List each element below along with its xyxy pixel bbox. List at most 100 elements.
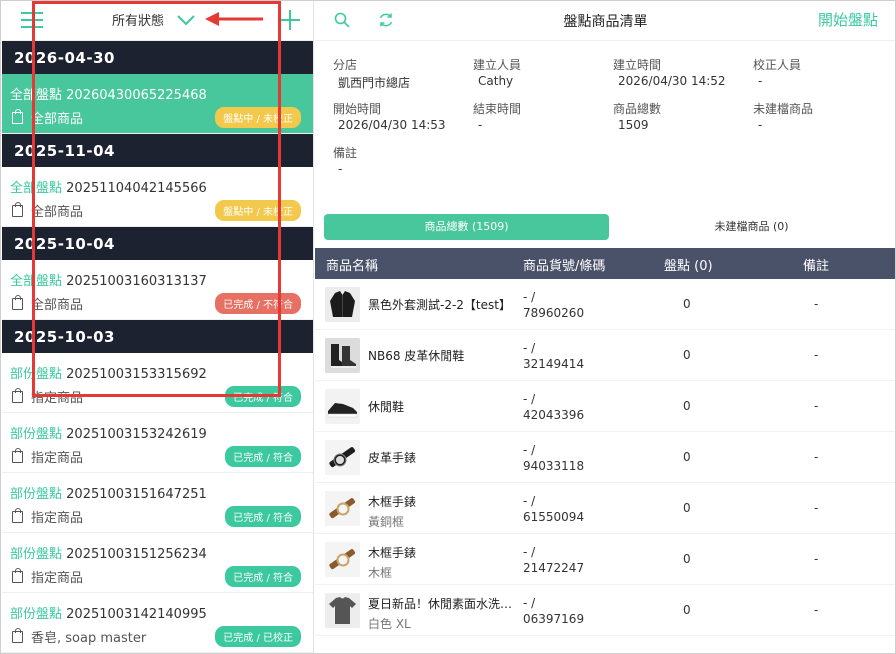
stocktake-scope-label: 香皂, soap master — [31, 631, 147, 646]
info-field-value: - — [478, 118, 483, 132]
product-note: - — [814, 501, 819, 515]
info-field: 未建檔商品 - — [753, 100, 893, 140]
shopping-bag-icon — [12, 108, 23, 124]
status-badge: 已完成 / 符合 — [225, 506, 301, 527]
shopping-bag-icon — [12, 201, 23, 217]
shopping-bag-icon — [12, 627, 23, 643]
stocktake-scope-label: 指定商品 — [31, 511, 84, 526]
table-row[interactable]: NB68 皮革休閒鞋 - / 32149414 0 - — [315, 330, 895, 381]
stocktake-list-item[interactable]: 部份盤點 20251003142140995 香皂, soap master 已完成… — [2, 593, 313, 653]
product-code: - / 21472247 — [523, 544, 584, 576]
stocktake-title: 部份盤點 20251003153315692 — [10, 363, 207, 382]
stocktake-list-item[interactable]: 全部盤點 20251104042145566 全部商品 盤點中 / 未校正 — [2, 167, 313, 227]
chevron-down-icon — [177, 14, 195, 25]
table-row[interactable]: 木框手錶 黃銅框 - / 61550094 0 - — [315, 483, 895, 534]
product-name: 黑色外套測試-2-2【test】 — [368, 298, 511, 312]
list-header: 所有狀態 — [2, 1, 313, 41]
info-field-value: 2026/04/30 14:53 — [338, 118, 446, 132]
product-note: - — [814, 399, 819, 413]
product-barcode: 42043396 — [523, 408, 585, 422]
info-field-value: - — [758, 74, 763, 88]
product-sku: - / — [523, 341, 536, 355]
table-row[interactable]: 木框手錶 木框 - / 21472247 0 - — [315, 534, 895, 585]
stocktake-type: 部份盤點 — [10, 367, 63, 382]
stocktake-id: 20251003142140995 — [66, 607, 207, 622]
product-tabs: 商品總數 (1509) 未建檔商品 (0) — [324, 214, 894, 240]
status-filter-dropdown[interactable]: 所有狀態 — [112, 10, 196, 29]
product-code: - / 94033118 — [523, 442, 584, 474]
col-product-name: 商品名稱 — [326, 259, 379, 274]
info-field: 結束時間 - — [473, 100, 613, 140]
stocktake-type: 全部盤點 — [10, 88, 63, 103]
stocktake-list-item[interactable]: 全部盤點 20260430065225468 全部商品 盤點中 / 未校正 — [2, 74, 313, 134]
stocktake-scope-label: 指定商品 — [31, 451, 84, 466]
product-code: - / 42043396 — [523, 391, 584, 423]
product-name: 夏日新品！休閒素面水洗T恤 — [368, 597, 518, 611]
table-row[interactable]: 休閒鞋 - / 42043396 0 - — [315, 381, 895, 432]
product-sku: - / — [523, 596, 536, 610]
stocktake-scope: 全部商品 — [12, 201, 83, 220]
product-thumbnail — [325, 491, 360, 526]
date-group-header: 2025-10-03 — [2, 320, 313, 353]
shopping-bag-icon — [12, 387, 23, 403]
start-stocktake-button[interactable]: 開始盤點 — [818, 9, 878, 30]
status-badge: 已完成 / 符合 — [225, 446, 301, 467]
product-sku: - / — [523, 545, 536, 559]
status-badge: 盤點中 / 未校正 — [215, 200, 301, 221]
stocktake-count: 0 — [683, 603, 691, 617]
table-row[interactable]: 夏日新品！休閒素面水洗T恤 白色 XL - / 06397169 0 - — [315, 585, 895, 636]
info-field-label: 建立人員 — [473, 58, 522, 72]
table-row[interactable]: 黑色外套測試-2-2【test】 - / 78960260 0 - — [315, 279, 895, 330]
stocktake-type: 部份盤點 — [10, 547, 63, 562]
product-note: - — [814, 450, 819, 464]
stocktake-list-item[interactable]: 部份盤點 20251003153242619 指定商品 已完成 / 符合 — [2, 413, 313, 473]
stocktake-id: 20251104042145566 — [66, 181, 207, 196]
stocktake-groups: 2026-04-30 全部盤點 20260430065225468 全部商品 盤點中 … — [2, 41, 313, 653]
info-field: 備註 - — [333, 144, 473, 184]
stocktake-list-item[interactable]: 全部盤點 20251003160313137 全部商品 已完成 / 不符合 — [2, 260, 313, 320]
product-sku: - / — [523, 494, 536, 508]
menu-icon[interactable] — [21, 12, 43, 30]
stocktake-scope-label: 全部商品 — [31, 205, 84, 220]
stocktake-count: 0 — [683, 450, 691, 464]
table-header: 商品名稱 商品貨號/條碼 盤點 (0) 備註 — [315, 248, 895, 279]
info-field: 建立時間 2026/04/30 14:52 — [613, 56, 753, 96]
info-field-value: Cathy — [478, 74, 514, 88]
product-name: 木框手錶 — [368, 495, 417, 509]
stocktake-count: 0 — [683, 348, 691, 362]
product-thumbnail — [325, 287, 360, 322]
tab-all-products[interactable]: 商品總數 (1509) — [324, 214, 609, 240]
product-name: 休閒鞋 — [368, 400, 405, 414]
stocktake-id: 20251003151256234 — [66, 547, 207, 562]
stocktake-scope: 全部商品 — [12, 294, 83, 313]
shopping-bag-icon — [12, 294, 23, 310]
product-sku: - / — [523, 392, 536, 406]
stocktake-id: 20260430065225468 — [66, 88, 207, 103]
product-variant: 木框 — [368, 566, 393, 580]
stocktake-list-item[interactable]: 部份盤點 20251003151256234 指定商品 已完成 / 符合 — [2, 533, 313, 593]
stocktake-info: 分店 凱西門市總店 建立人員 Cathy 建立時間 2026/04/30 14:52 校正人… — [333, 56, 893, 184]
shopping-bag-icon — [12, 567, 23, 583]
tab-unregistered-products[interactable]: 未建檔商品 (0) — [609, 214, 894, 240]
stocktake-count: 0 — [683, 399, 691, 413]
product-thumbnail — [325, 338, 360, 373]
product-note: - — [814, 603, 819, 617]
stocktake-scope-label: 全部商品 — [31, 298, 84, 313]
info-field-value: 2026/04/30 14:52 — [618, 74, 726, 88]
stocktake-title: 全部盤點 20251104042145566 — [10, 177, 207, 196]
product-thumbnail — [325, 542, 360, 577]
app-window: 所有狀態 2026-04-30 全部盤點 20260430065225468 全部商… — [0, 0, 896, 654]
product-barcode: 78960260 — [523, 306, 585, 320]
date-group-header: 2026-04-30 — [2, 41, 313, 74]
product-thumbnail — [325, 593, 360, 628]
stocktake-list-item[interactable]: 部份盤點 20251003151647251 指定商品 已完成 / 符合 — [2, 473, 313, 533]
status-badge: 已完成 / 不符合 — [215, 293, 301, 314]
info-field: 開始時間 2026/04/30 14:53 — [333, 100, 473, 140]
table-row[interactable]: 皮革手錶 - / 94033118 0 - — [315, 432, 895, 483]
stocktake-id: 20251003160313137 — [66, 274, 207, 289]
status-badge: 已完成 / 符合 — [225, 566, 301, 587]
add-stocktake-icon[interactable] — [280, 10, 300, 30]
stocktake-list-item[interactable]: 部份盤點 20251003153315692 指定商品 已完成 / 符合 — [2, 353, 313, 413]
product-barcode: 32149414 — [523, 357, 585, 371]
stocktake-scope: 全部商品 — [12, 108, 83, 127]
